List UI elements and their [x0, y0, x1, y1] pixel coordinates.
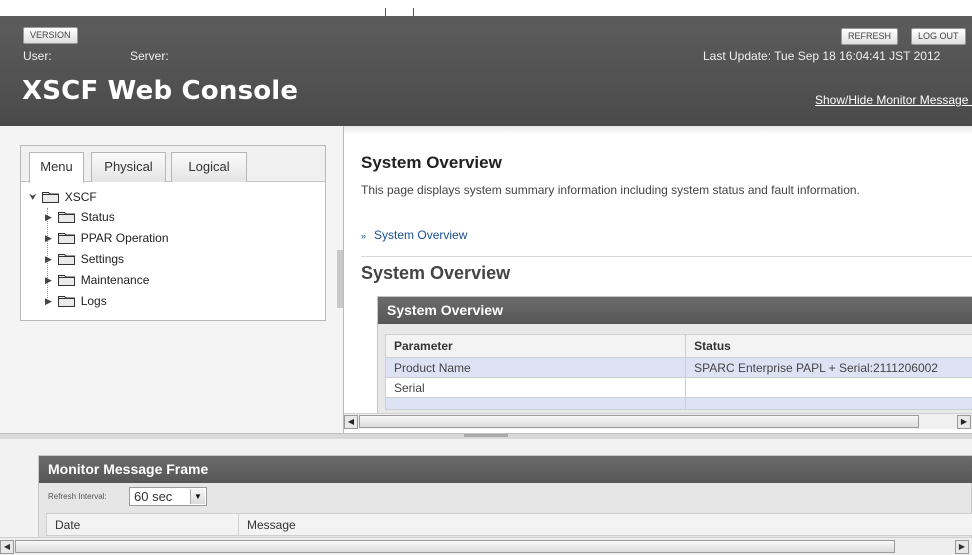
page-description: This page displays system summary inform…	[361, 183, 860, 197]
tree-label: Status	[80, 210, 115, 224]
server-label: Server:	[130, 49, 169, 63]
left-frame: Menu Physical Logical ⮟ XSCF ▶ Status ▶ …	[0, 126, 343, 433]
last-update-text: Last Update: Tue Sep 18 16:04:41 JST 201…	[703, 49, 941, 63]
section-heading: System Overview	[361, 263, 511, 283]
box-title: System Overview	[378, 297, 972, 324]
app-title: XSCF Web Console	[22, 76, 299, 106]
folder-icon	[58, 296, 76, 307]
tree-label: Logs	[80, 294, 107, 308]
expand-arrow-icon[interactable]: ▶	[45, 233, 55, 244]
refresh-interval-select[interactable]: 60 sec ▼	[129, 487, 207, 506]
column-header: Parameter	[384, 334, 687, 358]
system-overview-box: System Overview Parameter Status Product…	[377, 296, 972, 422]
section-divider	[361, 256, 972, 257]
top-strip	[0, 0, 972, 16]
folder-icon	[58, 275, 76, 286]
monitor-frame: Monitor Message Frame Refresh Interval: …	[0, 439, 972, 555]
refresh-button[interactable]: REFRESH	[841, 28, 899, 45]
table-row	[384, 397, 972, 410]
tab-menu[interactable]: Menu	[29, 152, 84, 183]
version-button[interactable]: VERSION	[23, 27, 78, 44]
column-header: Date	[46, 513, 239, 536]
nav-panel: Menu Physical Logical ⮟ XSCF ▶ Status ▶ …	[20, 145, 326, 321]
expand-arrow-icon[interactable]: ▶	[45, 212, 55, 223]
scroll-left-arrow-icon[interactable]: ◀	[344, 415, 358, 429]
tree-item-ppar-operation[interactable]: ▶ PPAR Operation	[45, 231, 169, 249]
tree-item-maintenance[interactable]: ▶ Maintenance	[45, 273, 149, 291]
tree-label: PPAR Operation	[80, 231, 169, 245]
system-overview-table: Parameter Status Product Name SPARC Ente…	[384, 334, 972, 410]
tree-item-xscf[interactable]: ⮟ XSCF	[29, 190, 97, 208]
table-cell: Product Name	[384, 357, 687, 378]
collapse-arrow-icon[interactable]: ⮟	[29, 192, 39, 203]
monitor-horizontal-scrollbar[interactable]: ◀ ▶	[0, 537, 972, 555]
folder-icon	[58, 254, 76, 265]
page-title: System Overview	[361, 153, 502, 172]
scrollbar-thumb[interactable]	[359, 415, 919, 428]
table-header-row: Parameter Status	[384, 334, 972, 358]
content-horizontal-scrollbar[interactable]: ◀ ▶	[344, 413, 972, 429]
table-row: Serial	[384, 377, 972, 398]
dropdown-arrow-icon[interactable]: ▼	[190, 489, 205, 504]
refresh-interval-label: Refresh Interval:	[48, 492, 107, 501]
scroll-right-arrow-icon[interactable]: ▶	[957, 415, 971, 429]
tree-label: XSCF	[64, 190, 97, 204]
table-cell	[685, 397, 972, 410]
folder-icon	[58, 212, 76, 223]
divider-grip[interactable]	[464, 434, 508, 437]
tree-label: Settings	[80, 252, 125, 266]
table-cell	[685, 377, 972, 398]
scroll-left-arrow-icon[interactable]: ◀	[0, 540, 14, 554]
tree-item-settings[interactable]: ▶ Settings	[45, 252, 124, 270]
table-cell: SPARC Enterprise PAPL + Serial:211120600…	[685, 357, 972, 378]
column-header: Message	[238, 513, 972, 536]
tree-label: Maintenance	[80, 273, 150, 287]
tree-item-logs[interactable]: ▶ Logs	[45, 294, 107, 312]
anchor-link-label: System Overview	[374, 228, 468, 242]
top-strip-tick	[413, 8, 414, 16]
monitor-title: Monitor Message Frame	[39, 456, 972, 483]
system-overview-anchor-link[interactable]: » System Overview	[361, 228, 467, 242]
expand-arrow-icon[interactable]: ▶	[45, 296, 55, 307]
double-chevron-down-icon: »	[361, 231, 367, 241]
table-header-row: Date Message	[46, 513, 972, 536]
tab-logical[interactable]: Logical	[171, 152, 247, 182]
folder-icon	[42, 192, 60, 203]
content-frame: System Overview This page displays syste…	[343, 126, 972, 433]
user-label: User:	[23, 49, 52, 63]
scroll-right-arrow-icon[interactable]: ▶	[955, 540, 969, 554]
expand-arrow-icon[interactable]: ▶	[45, 275, 55, 286]
nav-tabbar: Menu Physical Logical	[21, 146, 325, 183]
scrollbar-thumb[interactable]	[15, 540, 895, 553]
expand-arrow-icon[interactable]: ▶	[45, 254, 55, 265]
tab-physical[interactable]: Physical	[91, 152, 166, 182]
monitor-message-table: Date Message	[46, 513, 972, 536]
table-row: Product Name SPARC Enterprise PAPL + Ser…	[384, 357, 972, 378]
column-header: Status	[685, 334, 972, 358]
tree-item-status[interactable]: ▶ Status	[45, 210, 115, 228]
show-hide-monitor-link[interactable]: Show/Hide Monitor Message Frame	[815, 93, 972, 107]
top-strip-tick	[385, 8, 386, 16]
folder-icon	[58, 233, 76, 244]
monitor-message-box: Monitor Message Frame Refresh Interval: …	[38, 455, 972, 547]
logout-button[interactable]: LOG OUT	[911, 28, 966, 45]
table-cell	[384, 397, 687, 410]
table-cell: Serial	[384, 377, 687, 398]
console-header: VERSION REFRESH LOG OUT User: Server: La…	[0, 16, 972, 126]
refresh-interval-value: 60 sec	[134, 489, 173, 504]
